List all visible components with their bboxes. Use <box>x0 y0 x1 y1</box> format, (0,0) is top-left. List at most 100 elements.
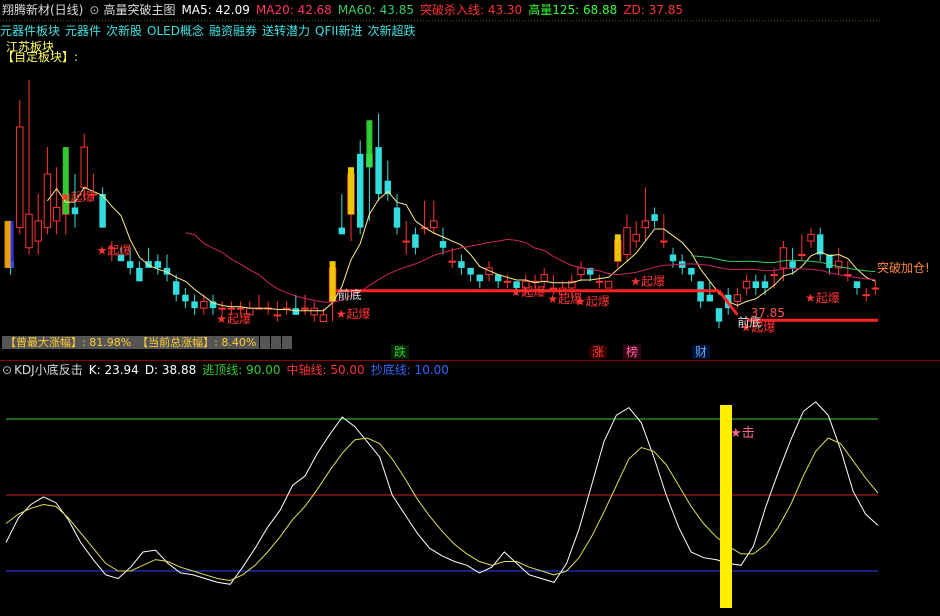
candle-body <box>448 260 456 263</box>
qibao-marker: ★起爆 <box>60 190 95 204</box>
candle-body <box>733 294 742 302</box>
gear-icon[interactable]: ⊙ <box>2 363 12 377</box>
custom-block-label: 【自定板块】: <box>2 50 79 64</box>
candle-body <box>375 147 382 195</box>
candle-body <box>80 146 88 188</box>
indicator-header: 翔腾新材(日线) ⊙ 高量突破主图 MA5: 42.09 MA20: 42.68 MA60… <box>0 0 940 20</box>
breakout-value: 突破杀入线: 43.30 <box>419 3 523 17</box>
block-item[interactable]: 元器件 <box>65 24 101 38</box>
candle-body <box>871 287 880 290</box>
kdj-header: ⊙ KDJ小底反击 K: 23.94 D: 38.88 逃顶线: 90.00 中轴线: 5… <box>0 362 940 378</box>
qibao-marker: ★起爆 <box>575 294 610 308</box>
candle-body <box>430 220 438 229</box>
vol125-value: 高量125: 68.88 <box>528 3 618 17</box>
candle-body <box>761 281 769 289</box>
kdj-bottom-line: 抄底线: 10.00 <box>370 363 449 377</box>
block-prefix[interactable]: 元器件板块 <box>0 24 60 38</box>
candle-body <box>577 267 585 276</box>
candle-body <box>52 207 61 222</box>
candle-body <box>752 281 760 289</box>
block-item[interactable]: OLED概念 <box>147 24 204 38</box>
ma60-value: MA60: 43.85 <box>337 3 414 17</box>
qibao-marker: ★起爆 <box>805 291 840 305</box>
candle-body <box>742 280 751 289</box>
candle-body <box>402 240 410 243</box>
total-gain-text: 【当前总涨幅】: 8.40% <box>134 336 260 349</box>
kdj-name[interactable]: KDJ小底反击 <box>14 363 83 377</box>
candle-body <box>770 274 778 277</box>
ma5-value: MA5: 42.09 <box>181 3 250 17</box>
candle-body <box>651 214 658 221</box>
main-chart[interactable]: ★起爆★起爆★起爆 ★起爆★起爆 ★起爆★起爆★起爆★起爆★起爆前底前底37.85突… <box>0 0 940 616</box>
candle-body <box>25 213 33 249</box>
event-marker-fall[interactable]: 跌 <box>391 345 410 359</box>
candle-body <box>236 307 245 310</box>
block-item[interactable]: 次新超跌 <box>367 24 415 38</box>
qibao-marker: ★起爆 <box>630 274 665 288</box>
candle-body <box>779 247 788 269</box>
panel-divider <box>0 360 940 361</box>
candle-body <box>99 194 106 228</box>
candle-body <box>172 281 180 295</box>
candle-body <box>200 300 208 309</box>
candle-body <box>301 307 309 310</box>
kdj-d-value: D: 38.88 <box>144 363 197 377</box>
block-item[interactable]: 次新股 <box>106 24 142 38</box>
indicator-name[interactable]: 高量突破主图 <box>103 3 175 17</box>
candle-body <box>356 153 364 228</box>
signal-bar <box>329 261 336 302</box>
candle-body <box>191 301 198 309</box>
candle-body <box>807 233 815 242</box>
candle-body <box>273 314 282 317</box>
candle-body <box>826 254 833 268</box>
event-marker-rank[interactable]: 榜 <box>623 345 642 359</box>
candle-body <box>182 294 189 302</box>
candle-body <box>292 308 300 315</box>
kdj-escape-line: 逃顶线: 90.00 <box>202 363 281 377</box>
block-item[interactable]: QFII新进 <box>315 24 362 38</box>
event-marker-finance[interactable]: 财 <box>692 345 711 359</box>
gear-icon[interactable]: ⊙ <box>89 3 99 17</box>
qibao-marker: ★起爆 <box>336 307 371 321</box>
candle-body <box>71 207 79 215</box>
candle-body <box>476 274 484 282</box>
qiandi-label: 前底 <box>338 287 362 302</box>
event-marker-rise[interactable]: 涨 <box>589 345 608 359</box>
candle-body <box>669 254 677 262</box>
qibao-marker: ★起爆 <box>216 312 251 326</box>
candle-body <box>623 227 631 255</box>
candle-body <box>789 261 796 268</box>
kdj-mid-line: 中轴线: 50.00 <box>286 363 365 377</box>
candle-body <box>16 126 24 229</box>
candle-body <box>604 280 613 289</box>
candle-body <box>467 267 474 275</box>
block-item[interactable]: 送转潜力 <box>262 24 310 38</box>
ma20-value: MA20: 42.68 <box>255 3 332 17</box>
zd-value: ZD: 37.85 <box>623 3 683 17</box>
candle-body <box>34 220 42 242</box>
candle-body <box>641 220 650 229</box>
candle-body <box>862 294 870 297</box>
qibao-marker: ★起爆 <box>97 243 132 257</box>
candle-body <box>126 261 134 268</box>
block-item[interactable]: 融资融券 <box>209 24 257 38</box>
max-gain-text: 【曾最大涨幅】: 81.98% <box>2 336 135 349</box>
zd-price-label: 37.85 <box>751 306 785 320</box>
candle-body <box>338 227 346 235</box>
gain-info-bar: 【曾最大涨幅】: 81.98% 【当前总涨幅】: 8.40% <box>2 336 293 349</box>
candle-body <box>706 294 714 302</box>
candle-body <box>319 314 328 323</box>
signal-bar <box>62 147 69 215</box>
candle-body <box>688 267 695 275</box>
candle-body <box>503 280 512 283</box>
candle-body <box>798 253 806 256</box>
ji-marker: ★击 <box>730 426 755 441</box>
stock-name[interactable]: 翔腾新材(日线) <box>2 3 83 17</box>
candle-body <box>853 281 861 289</box>
candle-body <box>540 274 548 282</box>
candle-body <box>549 287 558 290</box>
bar-filler <box>260 336 271 349</box>
candle-body <box>660 240 668 243</box>
candle-body <box>393 207 401 228</box>
candle-body <box>439 241 447 248</box>
